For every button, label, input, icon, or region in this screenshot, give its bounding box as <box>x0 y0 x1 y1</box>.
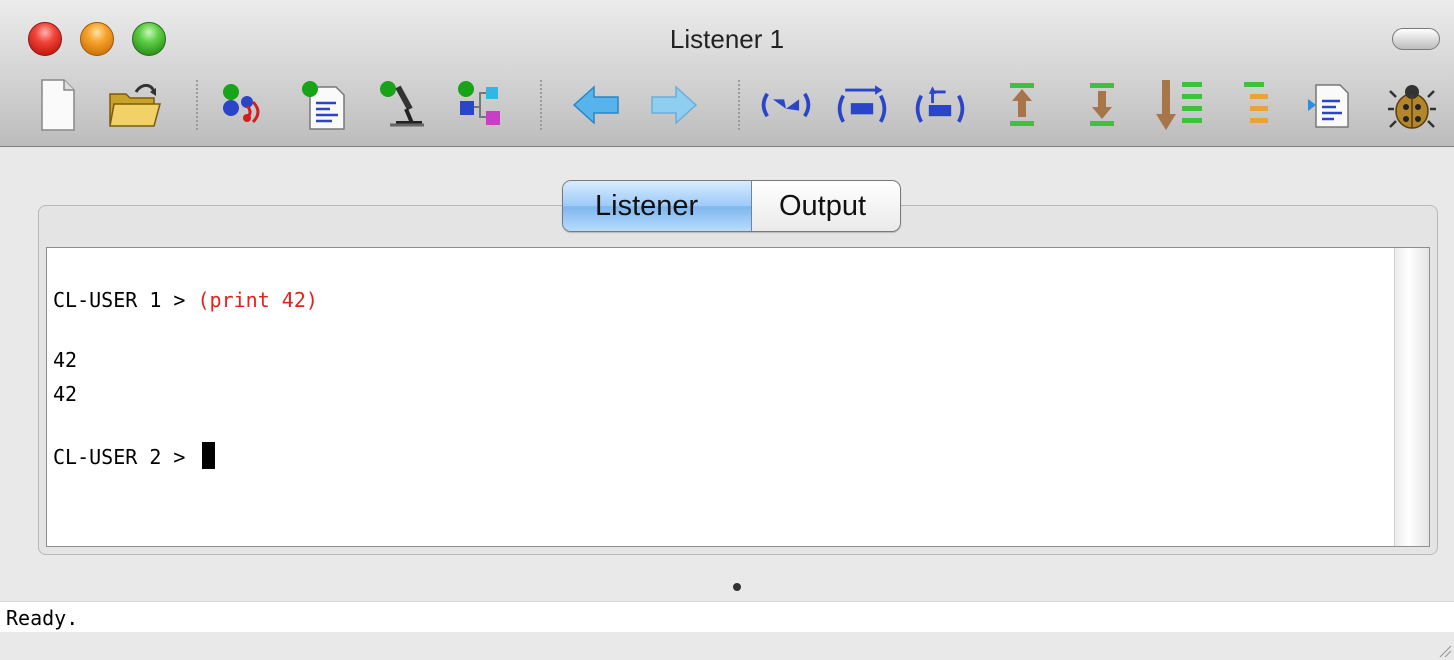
toolbar-separator <box>540 80 542 130</box>
frame-down-icon <box>1090 83 1114 126</box>
forward-button[interactable] <box>646 76 702 134</box>
listener-text-area[interactable]: CL-USER 1 > (print 42) 42 42 CL-USER 2 > <box>46 247 1430 547</box>
toolbar-separator <box>738 80 740 130</box>
processes-button[interactable] <box>215 76 271 134</box>
back-arrow-icon <box>572 85 619 125</box>
return-value-icon <box>915 86 965 123</box>
toolbar-separator <box>196 80 198 130</box>
vertical-scrollbar[interactable] <box>1394 248 1429 546</box>
prompt-label: CL-USER 1 > <box>53 288 198 312</box>
return-value-button[interactable] <box>912 76 968 134</box>
editor-button[interactable] <box>296 76 352 134</box>
tab-listener[interactable]: Listener <box>563 181 752 231</box>
backtrace-icon <box>1156 80 1202 130</box>
user-input: (print 42) <box>197 288 318 312</box>
open-folder-icon <box>109 84 161 127</box>
text-cursor <box>201 442 215 469</box>
new-file-button[interactable] <box>30 76 86 134</box>
class-browser-icon <box>458 81 500 125</box>
listener-window: Listener 1 Listener Output CL-USER 1 > (… <box>0 0 1454 660</box>
toolbar-toggle-button[interactable] <box>1392 28 1440 50</box>
status-bar: Ready. <box>0 601 1454 632</box>
locals-icon <box>1244 82 1268 123</box>
evaluate-icon <box>761 92 811 118</box>
title-toolbar: Listener 1 <box>0 0 1454 147</box>
editor-icon <box>302 81 345 130</box>
backtrace-button[interactable] <box>1152 76 1208 134</box>
frame-up-icon <box>1010 83 1034 126</box>
output-line: 42 <box>53 348 78 372</box>
output-line: 42 <box>53 382 78 406</box>
class-browser-button[interactable] <box>452 76 508 134</box>
resize-grip-icon[interactable] <box>1436 642 1452 658</box>
debugger-button[interactable] <box>1384 76 1440 134</box>
open-file-button[interactable] <box>106 76 162 134</box>
evaluate-button[interactable] <box>758 76 814 134</box>
prompt-label: CL-USER 2 > <box>53 445 198 469</box>
find-source-button[interactable] <box>1302 76 1358 134</box>
prompt-line-1: CL-USER 1 > (print 42) <box>53 288 318 312</box>
macroexpand-button[interactable] <box>834 76 890 134</box>
inspector-button[interactable] <box>374 76 430 134</box>
processes-icon <box>223 84 260 124</box>
frame-down-button[interactable] <box>1074 76 1130 134</box>
window-title: Listener 1 <box>669 24 785 54</box>
inspector-icon <box>380 81 424 127</box>
splitter-handle[interactable] <box>733 583 741 591</box>
status-text: Ready. <box>6 606 79 630</box>
find-source-icon <box>1308 84 1349 128</box>
locals-button[interactable] <box>1228 76 1284 134</box>
back-button[interactable] <box>568 76 624 134</box>
frame-up-button[interactable] <box>994 76 1050 134</box>
tab-output[interactable]: Output <box>752 181 900 231</box>
forward-arrow-icon <box>651 85 698 125</box>
debugger-bug-icon <box>1388 85 1436 129</box>
toolbar <box>0 70 1454 140</box>
tab-bar: Listener Output <box>562 180 902 232</box>
new-file-icon <box>41 79 75 131</box>
prompt-line-2: CL-USER 2 > <box>53 442 215 469</box>
macroexpand-icon <box>837 85 887 123</box>
